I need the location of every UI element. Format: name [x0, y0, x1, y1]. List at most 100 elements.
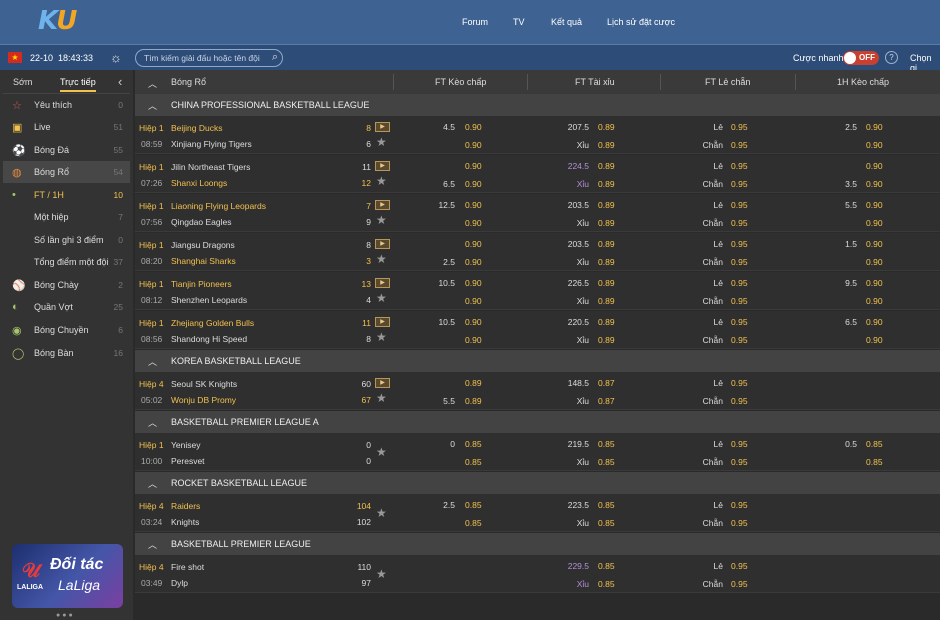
collapse-sidebar-icon[interactable]: ‹	[118, 74, 122, 89]
league-header[interactable]: ︿ KOREA BASKETBALL LEAGUE	[135, 350, 940, 372]
nav-results[interactable]: Kết quả	[551, 17, 582, 27]
sidebar-item[interactable]: ▣ Live 51	[3, 116, 130, 138]
odds-value[interactable]: 0.85	[598, 561, 624, 571]
odds-value[interactable]: 0.95	[731, 317, 757, 327]
league-header[interactable]: ︿ BASKETBALL PREMIER LEAGUE A	[135, 411, 940, 433]
odds-value[interactable]: 0.95	[731, 218, 757, 228]
odds-value[interactable]: 0.89	[598, 161, 624, 171]
nav-bet-history[interactable]: Lịch sử đặt cược	[607, 17, 675, 27]
odds-value[interactable]: 0.89	[465, 396, 491, 406]
odds-value[interactable]: 0.89	[598, 200, 624, 210]
odds-value[interactable]: 0.87	[598, 396, 624, 406]
odds-value[interactable]: 0.90	[465, 335, 491, 345]
odds-value[interactable]: 0.95	[731, 439, 757, 449]
odds-value[interactable]: 0.95	[731, 518, 757, 528]
favorite-star-icon[interactable]: ★	[376, 506, 387, 520]
favorite-star-icon[interactable]: ★	[376, 330, 387, 344]
odds-value[interactable]: 0.90	[465, 218, 491, 228]
odds-value[interactable]: 0.87	[598, 378, 624, 388]
odds-value[interactable]: 0.95	[731, 122, 757, 132]
odds-value[interactable]: 0.95	[731, 140, 757, 150]
collapse-all-icon[interactable]: ︿	[148, 77, 157, 90]
odds-value[interactable]: 0.90	[465, 200, 491, 210]
favorite-star-icon[interactable]: ★	[376, 213, 387, 227]
odds-value[interactable]: 0.89	[598, 257, 624, 267]
odds-value[interactable]: 0.95	[731, 239, 757, 249]
odds-value[interactable]: 0.90	[465, 317, 491, 327]
theme-sun-icon[interactable]: ☼	[110, 50, 122, 65]
ku-logo[interactable]: KU	[38, 6, 77, 36]
favorite-star-icon[interactable]: ★	[376, 252, 387, 266]
odds-value[interactable]: 0.90	[866, 161, 892, 171]
league-header[interactable]: ︿ CHINA PROFESSIONAL BASKETBALL LEAGUE	[135, 94, 940, 116]
odds-value[interactable]: 0.90	[866, 218, 892, 228]
odds-value[interactable]: 0.90	[866, 239, 892, 249]
odds-value[interactable]: 0.89	[598, 278, 624, 288]
league-header[interactable]: ︿ BASKETBALL PREMIER LEAGUE	[135, 533, 940, 555]
chevron-up-icon[interactable]: ︿	[148, 416, 157, 429]
sidebar-item[interactable]: ◍ Bóng Rổ 54	[3, 161, 130, 183]
odds-value[interactable]: 0.85	[465, 500, 491, 510]
odds-value[interactable]: 0.85	[866, 439, 892, 449]
favorite-star-icon[interactable]: ★	[376, 445, 387, 459]
odds-value[interactable]: 0.85	[598, 579, 624, 589]
favorite-star-icon[interactable]: ★	[376, 391, 387, 405]
sidebar-item[interactable]: ⚾ Bóng Chày 2	[3, 274, 130, 296]
live-stream-icon[interactable]: ▶	[375, 161, 390, 171]
laliga-partner-banner[interactable]: 𝒰 LALIGA Đối tác LaLiga	[12, 544, 123, 608]
odds-value[interactable]: 0.95	[731, 396, 757, 406]
odds-value[interactable]: 0.89	[598, 296, 624, 306]
live-stream-icon[interactable]: ▶	[375, 378, 390, 388]
odds-value[interactable]: 0.90	[866, 296, 892, 306]
odds-value[interactable]: 0.95	[731, 179, 757, 189]
quick-bet-toggle[interactable]: OFF	[843, 51, 879, 65]
odds-value[interactable]: 0.89	[598, 239, 624, 249]
odds-value[interactable]: 0.90	[465, 296, 491, 306]
odds-value[interactable]: 0.90	[866, 335, 892, 345]
sidebar-item[interactable]: • FT / 1H 10	[3, 184, 130, 206]
odds-value[interactable]: 0.85	[598, 518, 624, 528]
chevron-up-icon[interactable]: ︿	[148, 355, 157, 368]
odds-value[interactable]: 0.89	[598, 335, 624, 345]
search-input[interactable]	[144, 52, 264, 64]
odds-value[interactable]: 0.90	[465, 278, 491, 288]
odds-value[interactable]: 0.90	[465, 161, 491, 171]
odds-value[interactable]: 0.85	[465, 457, 491, 467]
odds-value[interactable]: 0.95	[731, 561, 757, 571]
odds-value[interactable]: 0.95	[731, 335, 757, 345]
vietnam-flag-icon[interactable]: ★	[8, 52, 22, 63]
sidebar-item[interactable]: ◉ Bóng Chuyền 6	[3, 319, 130, 341]
sidebar-item[interactable]: ◐ Quần Vợt 25	[3, 296, 130, 318]
sidebar-item[interactable]: Tổng điểm một đội 37	[3, 251, 130, 273]
odds-value[interactable]: 0.85	[866, 457, 892, 467]
favorite-star-icon[interactable]: ★	[376, 174, 387, 188]
sidebar-item[interactable]: ☆ Yêu thích 0	[3, 94, 130, 116]
odds-value[interactable]: 0.95	[731, 378, 757, 388]
tab-live[interactable]: Trực tiếp	[60, 77, 96, 92]
odds-value[interactable]: 0.85	[598, 439, 624, 449]
odds-value[interactable]: 0.95	[731, 200, 757, 210]
live-stream-icon[interactable]: ▶	[375, 239, 390, 249]
banner-pagination[interactable]: ●●●	[56, 612, 75, 619]
favorite-star-icon[interactable]: ★	[376, 135, 387, 149]
odds-value[interactable]: 0.89	[465, 378, 491, 388]
odds-value[interactable]: 0.89	[598, 218, 624, 228]
favorite-star-icon[interactable]: ★	[376, 291, 387, 305]
nav-forum[interactable]: Forum	[462, 17, 488, 27]
odds-value[interactable]: 0.95	[731, 257, 757, 267]
odds-value[interactable]: 0.95	[731, 161, 757, 171]
odds-value[interactable]: 0.90	[866, 278, 892, 288]
help-icon[interactable]: ?	[885, 51, 898, 64]
odds-value[interactable]: 0.89	[598, 140, 624, 150]
odds-value[interactable]: 0.95	[731, 457, 757, 467]
odds-value[interactable]: 0.95	[731, 296, 757, 306]
odds-value[interactable]: 0.90	[465, 239, 491, 249]
odds-value[interactable]: 0.90	[465, 122, 491, 132]
odds-value[interactable]: 0.85	[598, 500, 624, 510]
live-stream-icon[interactable]: ▶	[375, 278, 390, 288]
odds-value[interactable]: 0.90	[866, 200, 892, 210]
nav-tv[interactable]: TV	[513, 17, 525, 27]
odds-value[interactable]: 0.85	[465, 439, 491, 449]
odds-value[interactable]: 0.90	[465, 140, 491, 150]
odds-value[interactable]: 0.95	[731, 579, 757, 589]
